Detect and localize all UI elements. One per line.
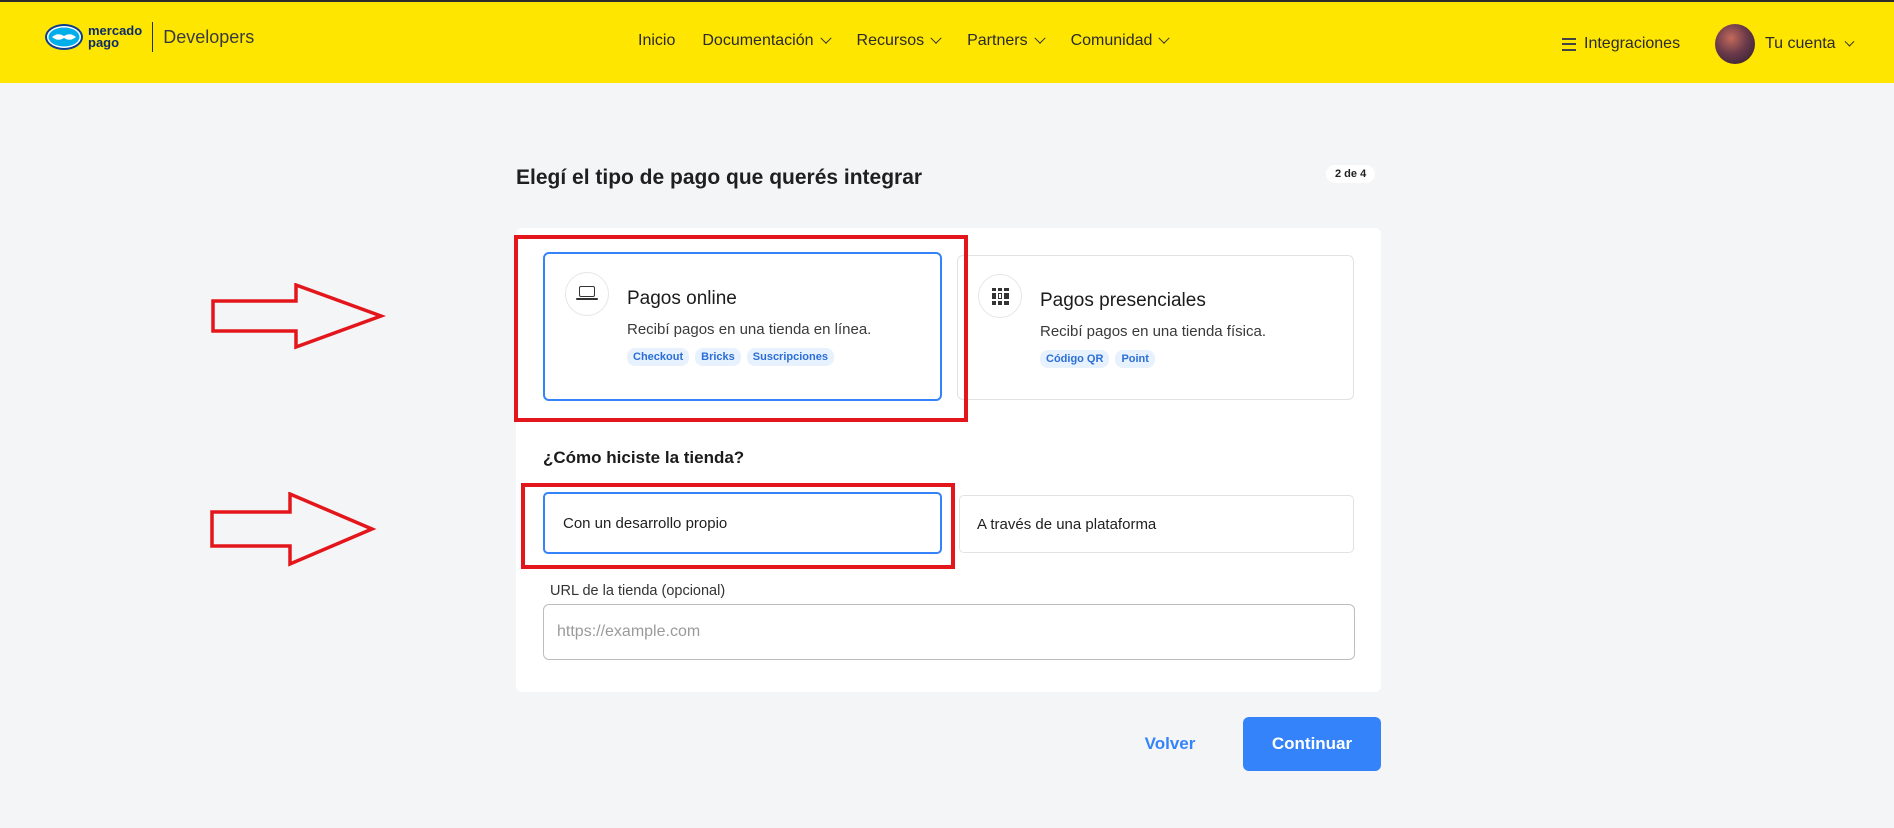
integrations-label: Integraciones — [1584, 35, 1681, 52]
store-question-label: ¿Cómo hiciste la tienda? — [543, 448, 745, 467]
card-tags: Código QR Point — [1040, 350, 1155, 368]
nav-label: Inicio — [638, 32, 676, 49]
chevron-down-icon — [930, 32, 942, 44]
card-icon-circle — [978, 274, 1022, 318]
tag-bricks: Bricks — [695, 348, 741, 366]
nav-label: Documentación — [702, 32, 814, 49]
option-desarrollo-propio[interactable]: Con un desarrollo propio — [543, 492, 942, 554]
list-icon — [1562, 37, 1576, 51]
tag-suscripciones: Suscripciones — [746, 348, 834, 366]
main-nav: Inicio Documentación Recursos Partners C… — [638, 32, 1195, 50]
option-label: Con un desarrollo propio — [563, 514, 728, 532]
url-field-label: URL de la tienda (opcional) — [550, 583, 726, 599]
page-title: Elegí el tipo de pago que querés integra… — [516, 166, 923, 189]
logo-product-name: Developers — [163, 26, 255, 47]
card-tags: Checkout Bricks Suscripciones — [627, 348, 834, 366]
payment-type-card-online[interactable]: Pagos online Recibí pagos en una tienda … — [543, 252, 942, 401]
annotation-arrow-icon — [211, 283, 386, 350]
chevron-down-icon — [1158, 32, 1171, 44]
tag-codigo-qr: Código QR — [1040, 350, 1110, 368]
back-button[interactable]: Volver — [1130, 724, 1210, 764]
nav-item-recursos[interactable]: Recursos — [856, 32, 942, 50]
nav-label: Comunidad — [1070, 32, 1153, 49]
top-navigation-bar: mercado pago Developers Inicio Documenta… — [0, 0, 1894, 83]
handshake-logo-icon — [44, 23, 84, 51]
logo-line-2: pago — [88, 35, 120, 50]
annotation-arrow-icon — [210, 492, 377, 567]
card-icon-circle — [565, 272, 609, 316]
mercadopago-developers-logo[interactable]: mercado pago Developers — [44, 22, 254, 52]
chevron-down-icon — [1844, 36, 1855, 47]
nav-item-partners[interactable]: Partners — [967, 32, 1046, 50]
option-plataforma[interactable]: A través de una plataforma — [959, 495, 1354, 553]
step-badge: 2 de 4 — [1326, 165, 1376, 183]
card-title: Pagos online — [627, 288, 737, 309]
card-description: Recibí pagos en una tienda física. — [1040, 323, 1266, 340]
chevron-down-icon — [1033, 32, 1046, 44]
card-title: Pagos presenciales — [1040, 290, 1206, 311]
chevron-down-icon — [819, 32, 832, 44]
avatar — [1715, 24, 1755, 64]
nav-label: Recursos — [856, 32, 925, 49]
integrations-link[interactable]: Integraciones — [1562, 35, 1680, 53]
account-label: Tu cuenta — [1765, 35, 1836, 52]
option-label: A través de una plataforma — [977, 515, 1157, 533]
nav-label: Partners — [967, 32, 1028, 49]
payment-type-card-presencial[interactable]: Pagos presenciales Recibí pagos en una t… — [957, 255, 1354, 400]
qr-code-icon — [991, 287, 1009, 305]
laptop-icon — [576, 286, 598, 302]
logo-divider — [152, 22, 154, 52]
nav-item-comunidad[interactable]: Comunidad — [1070, 32, 1171, 50]
tag-checkout: Checkout — [627, 348, 690, 366]
account-menu[interactable]: Tu cuenta — [1715, 24, 1855, 64]
tag-point: Point — [1115, 350, 1155, 368]
nav-item-documentacion[interactable]: Documentación — [702, 32, 832, 50]
card-description: Recibí pagos en una tienda en línea. — [627, 321, 872, 338]
nav-item-inicio[interactable]: Inicio — [638, 32, 675, 50]
continue-button[interactable]: Continuar — [1243, 717, 1381, 771]
store-url-input[interactable] — [543, 604, 1355, 660]
logo-wordmark: mercado pago — [88, 24, 142, 50]
